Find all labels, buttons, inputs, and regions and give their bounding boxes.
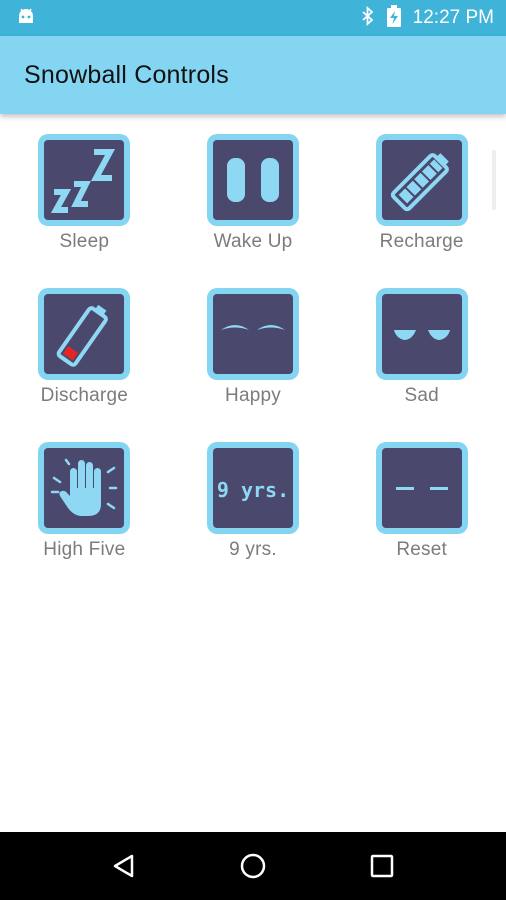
discharge-button[interactable]: Discharge — [0, 288, 169, 407]
sleep-tile[interactable] — [38, 134, 131, 226]
low-battery-icon — [56, 304, 109, 367]
recents-icon — [370, 854, 393, 878]
sad-button[interactable]: Sad — [337, 288, 506, 407]
full-battery-icon — [390, 153, 449, 212]
wake-up-label: Wake Up — [213, 231, 293, 252]
hand-icon — [51, 458, 118, 516]
recharge-button[interactable]: Recharge — [337, 134, 506, 253]
sleep-button[interactable]: Sleep — [0, 134, 169, 253]
home-icon — [240, 853, 266, 879]
bluetooth-icon — [361, 5, 375, 31]
reset-tile[interactable] — [375, 442, 468, 534]
recharge-tile[interactable] — [375, 134, 468, 226]
home-button[interactable] — [229, 842, 277, 890]
happy-label: Happy — [225, 385, 281, 406]
status-indicators: 12:27 PM — [361, 4, 494, 32]
reset-button[interactable]: Reset — [337, 442, 506, 561]
app-bar: Snowball Controls — [0, 36, 506, 114]
sad-tile[interactable] — [375, 288, 468, 380]
controls-grid: Sleep Wake Up Recharge Discharge Happy S… — [0, 134, 506, 561]
age-button[interactable]: 9 yrs. 9 yrs. — [169, 442, 338, 561]
recharge-label: Recharge — [379, 231, 464, 252]
happy-tile[interactable] — [206, 288, 299, 380]
open-eyes-icon — [226, 158, 279, 202]
navigation-bar — [0, 832, 506, 900]
status-bar: 12:27 PM — [0, 0, 506, 36]
sleep-zzz-icon — [51, 149, 116, 213]
svg-text:9 yrs.: 9 yrs. — [217, 478, 289, 502]
android-icon — [16, 7, 36, 30]
sad-label: Sad — [404, 385, 439, 406]
wake-up-button[interactable]: Wake Up — [169, 134, 338, 253]
status-time: 12:27 PM — [412, 7, 494, 28]
high-five-button[interactable]: High Five — [0, 442, 169, 561]
reset-dashes-icon — [395, 487, 448, 490]
age-display-icon: 9 yrs. — [217, 478, 289, 502]
high-five-label: High Five — [43, 539, 126, 560]
age-tile[interactable]: 9 yrs. — [206, 442, 299, 534]
discharge-label: Discharge — [40, 385, 128, 406]
high-five-tile[interactable] — [38, 442, 131, 534]
sad-eyes-icon — [393, 330, 450, 340]
battery-charging-icon — [386, 4, 401, 32]
age-label: 9 yrs. — [229, 539, 277, 560]
reset-label: Reset — [396, 539, 447, 560]
wake-up-tile[interactable] — [206, 134, 299, 226]
back-icon — [114, 854, 134, 878]
app-title: Snowball Controls — [24, 60, 229, 89]
recents-button[interactable] — [358, 842, 406, 890]
happy-eyes-icon — [220, 325, 285, 330]
sleep-label: Sleep — [59, 231, 110, 252]
happy-button[interactable]: Happy — [169, 288, 338, 407]
discharge-tile[interactable] — [38, 288, 131, 380]
back-button[interactable] — [100, 842, 148, 890]
